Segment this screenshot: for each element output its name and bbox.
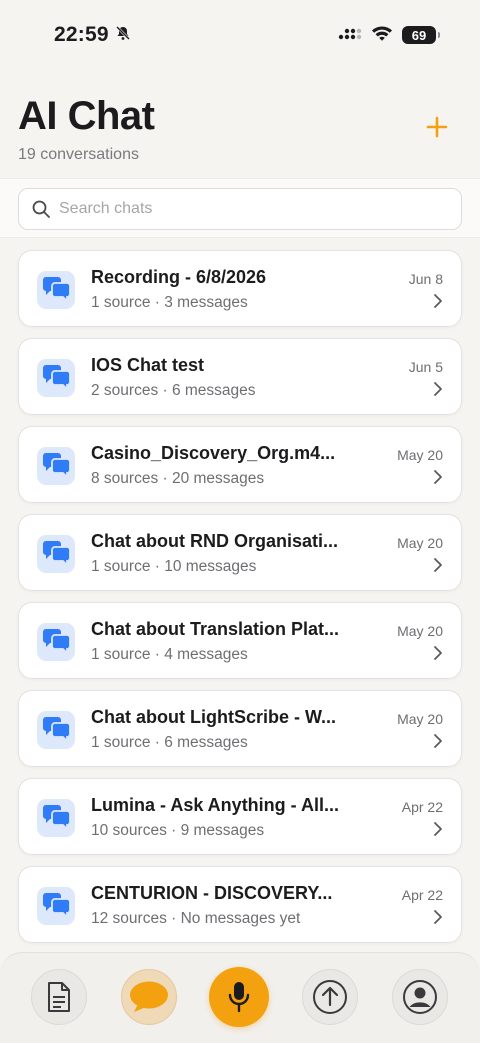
header: AI Chat 19 conversations <box>18 92 462 172</box>
page-title: AI Chat <box>18 94 155 138</box>
chat-meta: 10 sources · 9 messages <box>91 822 265 839</box>
status-bar: 22:59 69 <box>0 0 480 70</box>
search-box[interactable] <box>18 188 462 230</box>
microphone-icon <box>228 982 250 1013</box>
tab-profile[interactable] <box>392 969 448 1025</box>
chat-meta: 1 source · 6 messages <box>91 734 248 751</box>
chat-date: Apr 22 <box>401 887 443 903</box>
chat-bubbles-icon <box>37 887 75 925</box>
conversation-count: 19 conversations <box>18 146 139 163</box>
chat-list-item[interactable]: Recording - 6/8/2026 1 source · 3 messag… <box>18 250 462 327</box>
chat-meta: 1 source · 4 messages <box>91 646 248 663</box>
chat-title: Chat about RND Organisati... <box>91 531 339 551</box>
chat-list-item[interactable]: IOS Chat test 2 sources · 6 messages Jun… <box>18 338 462 415</box>
chevron-right-icon <box>434 646 442 660</box>
upload-arrow-icon <box>313 980 347 1014</box>
chat-date: May 20 <box>397 623 443 639</box>
chat-list-item[interactable]: Chat about Translation Plat... 1 source … <box>18 602 462 679</box>
chevron-right-icon <box>434 910 442 924</box>
search-bar <box>0 178 480 238</box>
chat-list-item[interactable]: CENTURION - DISCOVERY... 12 sources · No… <box>18 866 462 943</box>
chat-bubbles-icon <box>37 535 75 573</box>
chat-meta: 1 source · 10 messages <box>91 558 257 575</box>
chat-meta: 12 sources · No messages yet <box>91 910 301 927</box>
chat-date: Jun 5 <box>408 359 443 375</box>
status-time: 22:59 <box>54 23 109 46</box>
tab-record[interactable] <box>209 967 269 1027</box>
battery-icon: 69 <box>402 26 440 44</box>
chat-bubble-icon <box>130 981 168 1012</box>
chat-list-item[interactable]: Casino_Discovery_Org.m4... 8 sources · 2… <box>18 426 462 503</box>
chat-list-item[interactable]: Chat about LightScribe - W... 1 source ·… <box>18 690 462 767</box>
chat-list-item[interactable]: Chat about RND Organisati... 1 source · … <box>18 514 462 591</box>
chat-meta: 2 sources · 6 messages <box>91 382 256 399</box>
chat-bubbles-icon <box>37 447 75 485</box>
status-right: 69 <box>338 25 440 46</box>
chat-bubbles-icon <box>37 711 75 749</box>
add-chat-button[interactable] <box>422 112 452 142</box>
chat-title: Recording - 6/8/2026 <box>91 267 267 287</box>
bottom-tab-bar <box>0 952 480 1043</box>
chevron-right-icon <box>434 822 442 836</box>
chat-list-item[interactable]: Lumina - Ask Anything - All... 10 source… <box>18 778 462 855</box>
chevron-right-icon <box>434 470 442 484</box>
chat-bubbles-icon <box>37 359 75 397</box>
chevron-right-icon <box>434 382 442 396</box>
profile-icon <box>403 980 437 1014</box>
chat-title: IOS Chat test <box>91 355 205 375</box>
cellular-signal-icon <box>338 25 362 46</box>
plus-icon <box>426 116 448 138</box>
chat-date: May 20 <box>397 711 443 727</box>
chat-bubbles-icon <box>37 623 75 661</box>
chat-title: CENTURION - DISCOVERY... <box>91 883 333 903</box>
chat-date: May 20 <box>397 535 443 551</box>
chat-bubbles-icon <box>37 799 75 837</box>
chat-meta: 8 sources · 20 messages <box>91 470 265 487</box>
tab-documents[interactable] <box>31 969 87 1025</box>
chevron-right-icon <box>434 734 442 748</box>
wifi-icon <box>371 25 393 46</box>
chat-title: Chat about LightScribe - W... <box>91 707 336 727</box>
tab-upload[interactable] <box>302 969 358 1025</box>
chevron-right-icon <box>434 558 442 572</box>
chat-bubbles-icon <box>37 271 75 309</box>
chat-date: May 20 <box>397 447 443 463</box>
chat-meta: 1 source · 3 messages <box>91 294 248 311</box>
chevron-right-icon <box>434 294 442 308</box>
search-input[interactable] <box>59 200 439 218</box>
bell-slash-icon <box>115 25 131 46</box>
tab-chat[interactable] <box>121 969 177 1025</box>
chat-title: Chat about Translation Plat... <box>91 619 340 639</box>
chat-list: Recording - 6/8/2026 1 source · 3 messag… <box>18 250 462 954</box>
status-left: 22:59 <box>54 23 131 47</box>
chat-title: Lumina - Ask Anything - All... <box>91 795 340 815</box>
chat-date: Jun 8 <box>408 271 443 287</box>
search-icon <box>32 200 50 218</box>
chat-date: Apr 22 <box>401 799 443 815</box>
document-icon <box>48 982 70 1012</box>
chat-title: Casino_Discovery_Org.m4... <box>91 443 336 463</box>
